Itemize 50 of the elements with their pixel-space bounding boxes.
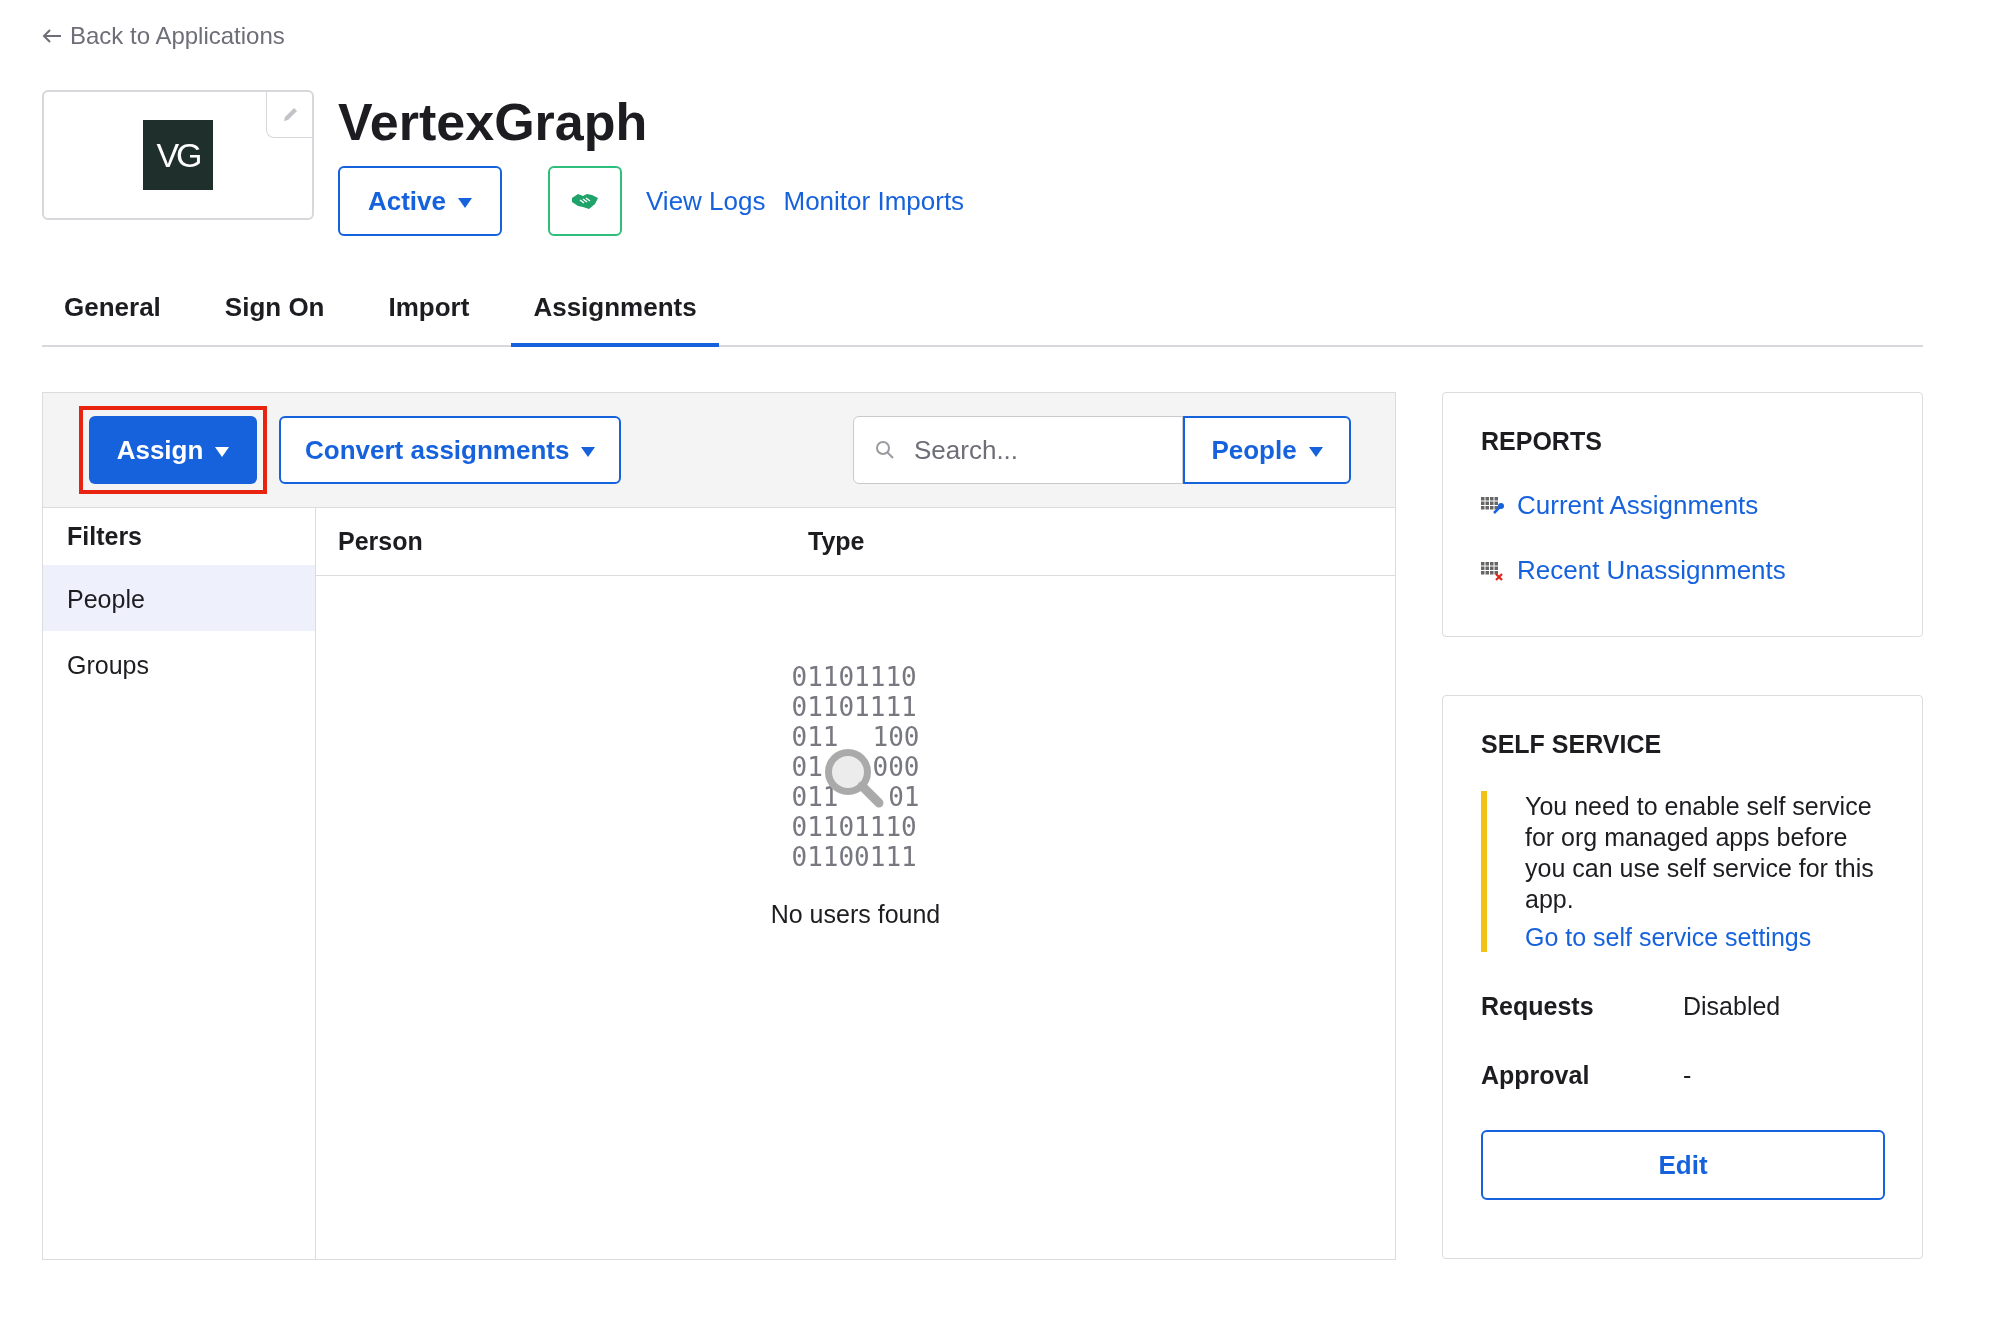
header-link[interactable]: Monitor Imports [783, 185, 965, 217]
provisioning-button[interactable] [548, 166, 622, 236]
edit-button[interactable]: Edit [1481, 1130, 1885, 1200]
self-service-heading: SELF SERVICE [1481, 730, 1663, 759]
binary-text: 011 [791, 722, 839, 752]
binary-text: 01101110 [791, 662, 917, 692]
tab[interactable]: Sign On [202, 276, 347, 347]
app-logo: VG [143, 120, 213, 190]
binary-text: 01 [791, 752, 823, 782]
binary-text: 011 [791, 782, 839, 812]
header-link[interactable]: View Logs [646, 185, 766, 217]
handshake-icon [571, 192, 599, 210]
assign-button[interactable]: Assign [89, 416, 257, 484]
status-dropdown[interactable]: Active [338, 166, 502, 236]
caret-icon [215, 446, 230, 457]
back-arrow-icon [42, 28, 62, 44]
empty-message: No users found [770, 900, 941, 929]
binary-text: 100 [872, 722, 920, 752]
binary-text: 01101111 [791, 692, 917, 722]
notice-text: You need to enable self service for org managed apps before you can use self service for this app. [1525, 791, 1875, 915]
edit-logo-button[interactable] [266, 92, 312, 138]
field-label: Requests [1481, 992, 1595, 1021]
app-title: VertexGraph [338, 92, 649, 153]
tab[interactable]: General [42, 276, 183, 347]
filters-heading: Filters [66, 521, 144, 552]
binary-text: 01101110 [791, 812, 917, 842]
tab[interactable]: Import [366, 276, 492, 347]
search-field[interactable]: Search... [853, 416, 1183, 484]
tab[interactable]: Assignments [511, 276, 719, 347]
caret-icon [458, 197, 472, 208]
field-value: - [1683, 1061, 1692, 1090]
field-value: Disabled [1683, 992, 1781, 1021]
filter-item[interactable]: Groups [43, 631, 315, 697]
column-header: Person [337, 527, 424, 556]
binary-text: 01100111 [791, 842, 917, 872]
grid-x-icon [1481, 559, 1505, 582]
back-link[interactable]: Back to Applications [42, 22, 285, 50]
field-label: Approval [1481, 1061, 1591, 1090]
column-header: Type [808, 527, 865, 556]
report-link[interactable]: Recent Unassignments [1481, 555, 1884, 586]
binary-text: 01 [888, 782, 920, 812]
caret-icon [581, 446, 596, 457]
reports-heading: REPORTS [1481, 427, 1603, 456]
binary-text: 000 [872, 752, 920, 782]
filter-item[interactable]: People [43, 565, 315, 631]
report-link[interactable]: Current Assignments [1481, 490, 1884, 521]
caret-icon [1308, 446, 1323, 457]
settings-link[interactable]: Go to self service settings [1525, 923, 1812, 952]
people-dropdown[interactable]: People [1183, 416, 1351, 484]
convert-assignments-button[interactable]: Convert assignments [279, 416, 622, 484]
